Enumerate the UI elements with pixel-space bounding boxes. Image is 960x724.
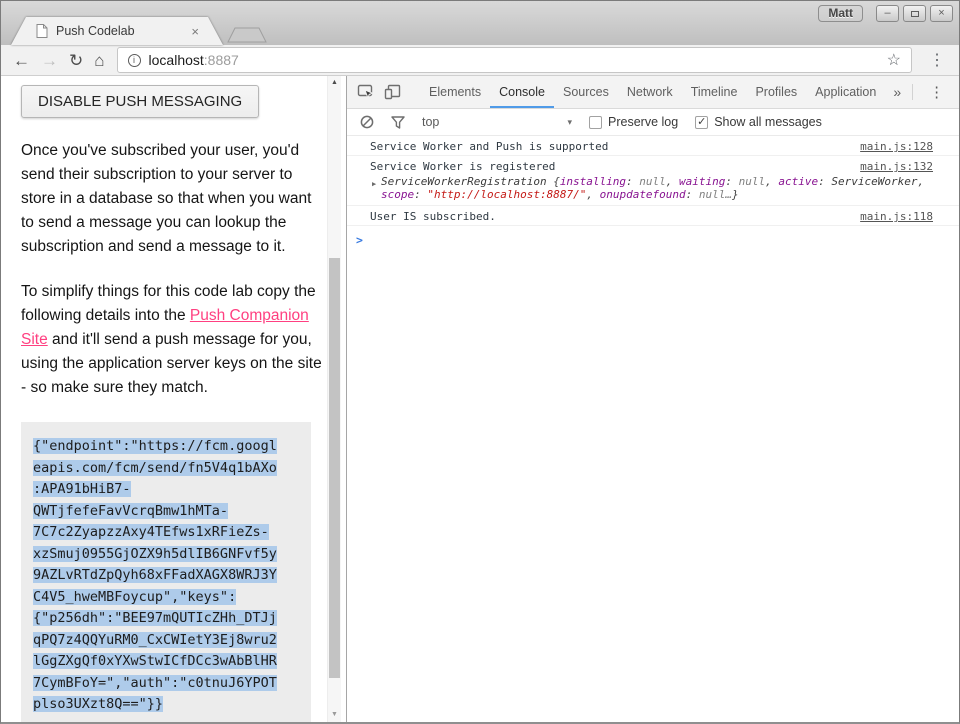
console-message-text: Service Worker is registered xyxy=(370,160,555,173)
expand-triangle-icon[interactable]: ▶ xyxy=(372,178,376,191)
title-bar: Matt – × Push Codelab × xyxy=(1,1,959,45)
execution-context-select[interactable]: top ▾ xyxy=(422,115,572,129)
console-message: User IS subscribed. main.js:118 xyxy=(347,206,959,226)
more-tabs-icon[interactable]: » xyxy=(885,76,909,108)
minimize-button[interactable]: – xyxy=(876,5,899,22)
source-link[interactable]: main.js:118 xyxy=(860,210,933,223)
console-filterbar: top ▾ Preserve log ✓ Show all messages xyxy=(347,109,959,136)
device-toolbar-icon[interactable] xyxy=(384,84,401,100)
show-all-messages-label: Show all messages xyxy=(714,115,822,129)
chevron-down-icon: ▾ xyxy=(567,117,572,128)
window-close-button[interactable]: × xyxy=(930,5,953,22)
page-scrollbar[interactable]: ▲ ▼ xyxy=(327,76,341,722)
devtools-tab-timeline[interactable]: Timeline xyxy=(682,76,747,108)
scroll-down-icon[interactable]: ▼ xyxy=(328,711,341,718)
devtools-tab-application[interactable]: Application xyxy=(806,76,885,108)
source-link[interactable]: main.js:132 xyxy=(860,160,933,173)
window-close-icon: × xyxy=(938,8,944,19)
paragraph-subscription: Once you've subscribed your user, you'd … xyxy=(21,139,323,259)
paragraph-companion: To simplify things for this code lab cop… xyxy=(21,280,323,400)
preserve-log-label: Preserve log xyxy=(608,115,678,129)
devtools-tabs: ElementsConsoleSourcesNetworkTimelinePro… xyxy=(420,76,885,108)
address-bar[interactable]: i localhost:8887 ☆ xyxy=(117,47,912,73)
show-all-messages-toggle[interactable]: ✓ Show all messages xyxy=(695,115,822,129)
console-message: Service Worker and Push is supported mai… xyxy=(347,136,959,156)
devtools-tab-profiles[interactable]: Profiles xyxy=(746,76,806,108)
home-icon[interactable]: ⌂ xyxy=(94,52,104,69)
console-message-group: Service Worker is registered main.js:132… xyxy=(347,156,959,206)
bookmark-star-icon[interactable]: ☆ xyxy=(887,50,901,70)
reload-icon[interactable]: ↻ xyxy=(69,52,83,69)
console-prompt[interactable]: > xyxy=(347,226,959,247)
new-tab-button[interactable] xyxy=(225,27,267,43)
object-preview[interactable]: ▶ ServiceWorkerRegistration {installing:… xyxy=(347,175,959,205)
devtools-tab-elements[interactable]: Elements xyxy=(420,76,490,108)
devtools-tab-console[interactable]: Console xyxy=(490,76,554,108)
minimize-icon: – xyxy=(884,8,890,19)
prompt-chevron-icon: > xyxy=(356,233,363,247)
toolbar-divider xyxy=(912,84,913,100)
console-message-text: User IS subscribed. xyxy=(370,210,496,223)
forward-icon: → xyxy=(41,52,58,69)
filter-icon[interactable] xyxy=(391,116,405,129)
devtools-menu-icon[interactable]: ⋮ xyxy=(920,76,953,108)
maximize-icon xyxy=(911,11,919,17)
profile-button[interactable]: Matt xyxy=(818,5,863,22)
tab-title: Push Codelab xyxy=(56,24,183,38)
scrollbar-thumb[interactable] xyxy=(329,258,340,678)
url-text: localhost:8887 xyxy=(149,52,239,68)
devtools-tab-sources[interactable]: Sources xyxy=(554,76,618,108)
page-favicon-icon xyxy=(36,24,48,38)
console-message-text: Service Worker and Push is supported xyxy=(370,140,608,153)
preserve-log-toggle[interactable]: Preserve log xyxy=(589,115,678,129)
object-preview-text: ServiceWorkerRegistration {installing: n… xyxy=(381,175,924,201)
browser-menu-icon[interactable]: ⋮ xyxy=(923,50,951,70)
context-label: top xyxy=(422,115,439,129)
browser-toolbar: ← → ↻ ⌂ i localhost:8887 ☆ ⋮ xyxy=(1,45,959,76)
preserve-log-checkbox[interactable] xyxy=(589,116,602,129)
inspect-element-icon[interactable] xyxy=(357,84,375,100)
source-link[interactable]: main.js:128 xyxy=(860,140,933,153)
page-info-icon[interactable]: i xyxy=(128,54,141,67)
back-icon[interactable]: ← xyxy=(13,52,30,69)
console-output: Service Worker and Push is supported mai… xyxy=(347,136,959,722)
page-viewport: DISABLE PUSH MESSAGING Once you've subsc… xyxy=(1,76,346,722)
devtools-close-icon[interactable]: × xyxy=(953,76,960,108)
devtools-tab-network[interactable]: Network xyxy=(618,76,682,108)
window-controls: Matt – × xyxy=(818,5,953,22)
show-all-messages-checkbox[interactable]: ✓ xyxy=(695,116,708,129)
devtools-panel: ElementsConsoleSourcesNetworkTimelinePro… xyxy=(346,76,959,722)
browser-tab[interactable]: Push Codelab × xyxy=(11,17,223,45)
tab-close-icon[interactable]: × xyxy=(191,25,199,38)
maximize-button[interactable] xyxy=(903,5,926,22)
browser-window: Matt – × Push Codelab × ← → ↻ ⌂ i localh… xyxy=(0,0,960,724)
scroll-up-icon[interactable]: ▲ xyxy=(328,79,341,86)
code-block: {"endpoint":"https://fcm.googleapis.com/… xyxy=(21,422,311,722)
devtools-tabbar: ElementsConsoleSourcesNetworkTimelinePro… xyxy=(347,76,959,109)
disable-push-button[interactable]: DISABLE PUSH MESSAGING xyxy=(21,85,259,118)
clear-console-icon[interactable] xyxy=(360,115,374,129)
